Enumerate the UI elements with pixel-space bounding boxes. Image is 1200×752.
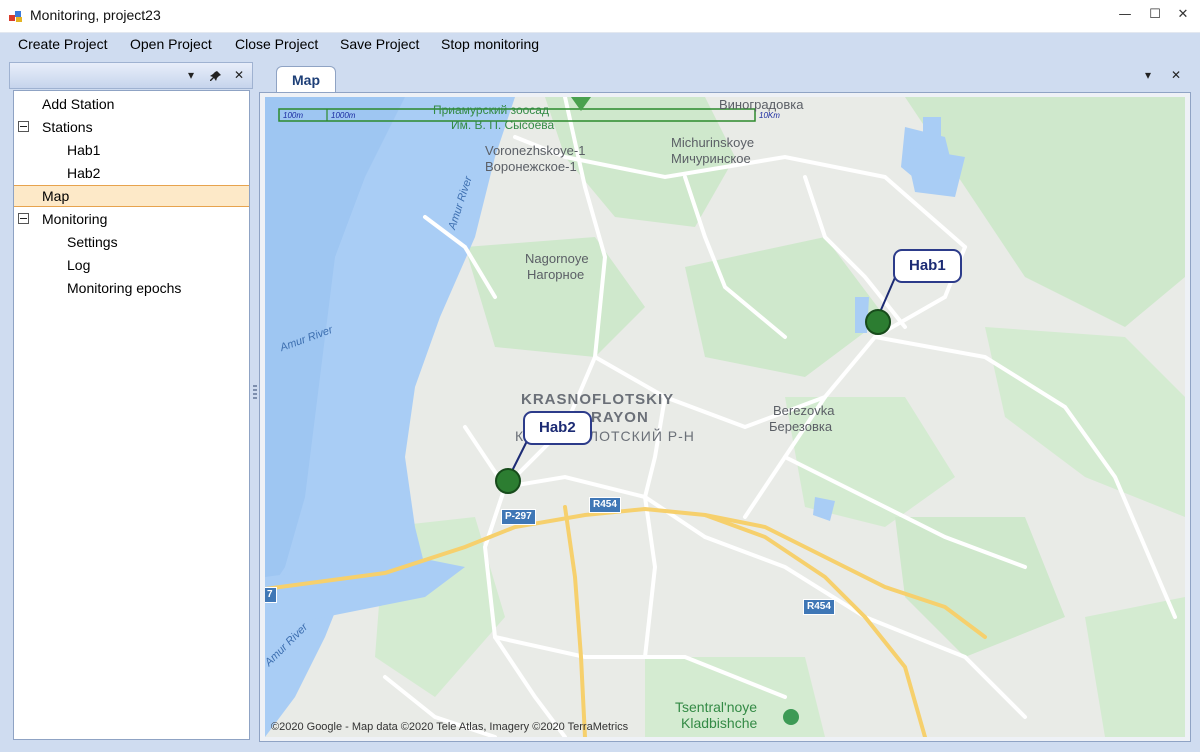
tree-item-label: Stations [42, 119, 93, 135]
tab-map[interactable]: Map [276, 66, 336, 92]
menu-bar: Create Project Open Project Close Projec… [0, 33, 1200, 57]
pin-icon[interactable] [210, 70, 222, 82]
district-label: KRASNOFLOTSKIY [521, 391, 675, 408]
tree-item-add-station[interactable]: Add Station [14, 93, 249, 115]
tree-item-map[interactable]: Map [14, 185, 249, 207]
place-label-nagornoye-ru: Нагорное [527, 267, 585, 282]
place-label-zoo-2: Им. В. П. Сысоева [451, 118, 555, 132]
place-label-zoo: Приамурский зоосад [433, 103, 549, 117]
place-label-voronezhskoye-ru: Воронежское-1 [485, 159, 577, 174]
map-view[interactable]: 100m 1000m 10Km Приамурский зоосад Им. В… [265, 97, 1185, 737]
chevron-down-icon[interactable]: ▾ [1145, 68, 1151, 82]
place-label-michurinskoye-ru: Мичуринское [671, 151, 751, 166]
menu-save-project[interactable]: Save Project [340, 36, 419, 52]
station-marker-hab1[interactable] [865, 309, 891, 335]
collapse-icon[interactable] [18, 121, 29, 132]
tree-item-label: Monitoring [42, 211, 108, 227]
station-marker-hab2[interactable] [495, 468, 521, 494]
place-label-berezovka: Berezovka [773, 403, 835, 418]
tree-item-label: Hab1 [67, 142, 101, 158]
project-panel-header: ▾ ✕ [9, 62, 253, 89]
scale-label-100m: 100m [283, 111, 304, 120]
title-bar: Monitoring, project23 — ☐ ✕ [0, 0, 1200, 33]
place-label-vinogradovka: Виноградовка [719, 97, 804, 112]
tree-item-stations[interactable]: Stations [14, 116, 249, 138]
road-shield-edge: 7 [265, 587, 277, 603]
splitter-grip[interactable] [253, 385, 257, 399]
minimize-button[interactable]: — [1112, 4, 1138, 26]
scale-label-1000m: 1000m [331, 111, 356, 120]
close-tab-icon[interactable]: ✕ [1171, 68, 1181, 82]
tree-item-label: Map [42, 188, 70, 204]
map-frame: 100m 1000m 10Km Приамурский зоосад Им. В… [259, 92, 1191, 742]
place-label-nagornoye: Nagornoye [525, 251, 589, 266]
station-callout-hab1[interactable]: Hab1 [893, 249, 962, 283]
place-label-kladbishche: Kladbishche [681, 715, 758, 731]
tree-item-label: Add Station [42, 96, 115, 112]
tree-item-settings[interactable]: Settings [14, 231, 249, 253]
project-tree: Add Station Stations Hab1 Hab2 Map Monit… [13, 90, 250, 740]
close-panel-icon[interactable]: ✕ [234, 68, 244, 82]
scale-label-10km: 10Km [759, 111, 780, 120]
menu-open-project[interactable]: Open Project [130, 36, 212, 52]
document-panel: Map ▾ ✕ 100m 1000m 10Km Приамурский зоос… [259, 62, 1191, 742]
tree-item-log[interactable]: Log [14, 254, 249, 276]
place-label-michurinskoye: Michurinskoye [671, 135, 755, 150]
tree-item-monitoring-epochs[interactable]: Monitoring epochs [14, 277, 249, 299]
tree-item-hab1[interactable]: Hab1 [14, 139, 249, 161]
maximize-button[interactable]: ☐ [1142, 4, 1168, 26]
map-attribution: ©2020 Google - Map data ©2020 Tele Atlas… [271, 721, 629, 733]
tree-item-hab2[interactable]: Hab2 [14, 162, 249, 184]
menu-create-project[interactable]: Create Project [18, 36, 107, 52]
place-label-voronezhskoye: Voronezhskoye-1 [485, 143, 586, 158]
place-label-tsentralnoye: Tsentral'noye [675, 699, 758, 715]
menu-close-project[interactable]: Close Project [235, 36, 318, 52]
chevron-down-icon[interactable]: ▾ [188, 68, 194, 82]
collapse-icon[interactable] [18, 213, 29, 224]
tree-item-label: Monitoring epochs [67, 280, 182, 296]
station-callout-hab2[interactable]: Hab2 [523, 411, 592, 445]
tree-item-monitoring[interactable]: Monitoring [14, 208, 249, 230]
app-icon [9, 11, 22, 22]
road-shield-r454: R454 [589, 497, 621, 513]
road-shield-p297: P-297 [501, 509, 536, 525]
map-background [265, 97, 1185, 737]
menu-stop-monitoring[interactable]: Stop monitoring [441, 36, 539, 52]
tree-item-label: Log [67, 257, 91, 273]
road-shield-r454-2: R454 [803, 599, 835, 615]
place-label-berezovka-ru: Березовка [769, 419, 833, 434]
tree-item-label: Settings [67, 234, 118, 250]
tree-item-label: Hab2 [67, 165, 101, 181]
district-label-2: RAYON [591, 409, 649, 426]
window-title: Monitoring, project23 [30, 7, 161, 23]
project-panel: ▾ ✕ Add Station Stations Hab1 Hab2 Map M… [9, 62, 253, 742]
close-window-button[interactable]: ✕ [1170, 4, 1196, 26]
